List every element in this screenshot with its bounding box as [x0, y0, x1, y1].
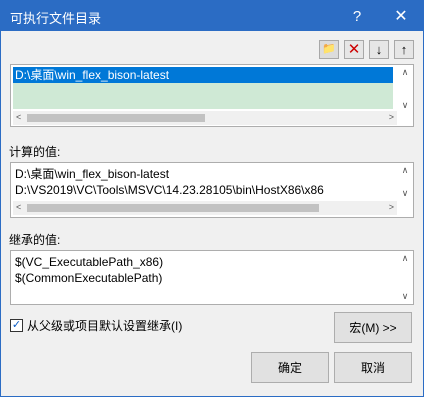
directory-list[interactable]: D:\桌面\win_flex_bison-latest ∧ ∨ < > — [10, 64, 414, 127]
move-up-button[interactable]: ↑ — [394, 40, 414, 59]
scroll-right-icon[interactable]: > — [389, 112, 394, 122]
delete-icon: ✕ — [347, 41, 361, 58]
scroll-up-icon[interactable]: ∧ — [402, 67, 409, 78]
new-line-button[interactable]: 📁 — [319, 40, 339, 59]
scroll-down-icon[interactable]: ∨ — [402, 100, 409, 111]
inherited-values-label: 继承的值: — [9, 233, 61, 247]
title-bar: 可执行文件目录 ? ✕ — [1, 1, 423, 31]
computed-line: D:\VS2019\VC\Tools\MSVC\14.23.28105\bin\… — [15, 183, 324, 197]
list-item-selected[interactable]: D:\桌面\win_flex_bison-latest — [13, 67, 393, 83]
executable-directories-dialog: 可执行文件目录 ? ✕ 📁 ✕ ↓ ↑ D:\桌面\win_flex_bison… — [0, 0, 424, 397]
scroll-down-icon[interactable]: ∨ — [402, 291, 409, 302]
computed-values-box[interactable]: D:\桌面\win_flex_bison-latest D:\VS2019\VC… — [10, 162, 414, 218]
scroll-right-icon[interactable]: > — [389, 202, 394, 212]
window-title: 可执行文件目录 — [10, 11, 102, 26]
computed-values-label: 计算的值: — [9, 145, 61, 159]
checkmark-icon: ✓ — [11, 319, 22, 331]
scroll-up-icon[interactable]: ∧ — [402, 253, 409, 264]
inherited-line: $(CommonExecutablePath) — [15, 271, 163, 285]
inherit-checkbox-label[interactable]: 从父级或项目默认设置继承(I) — [27, 317, 182, 334]
close-button[interactable]: ✕ — [379, 1, 423, 31]
inherit-checkbox[interactable]: ✓ — [10, 319, 23, 332]
list-item-new-entry[interactable] — [13, 83, 393, 109]
macros-button[interactable]: 宏(M) >> — [334, 312, 412, 343]
vertical-scrollbar[interactable]: ∧ ∨ — [398, 165, 412, 199]
inherited-line: $(VC_ExecutablePath_x86) — [15, 255, 164, 269]
new-folder-icon: 📁 — [322, 43, 336, 55]
vertical-scrollbar[interactable]: ∧ ∨ — [398, 253, 412, 302]
scroll-left-icon[interactable]: < — [16, 112, 21, 122]
scroll-left-icon[interactable]: < — [16, 202, 21, 212]
delete-button[interactable]: ✕ — [344, 40, 364, 59]
inherited-values-box[interactable]: $(VC_ExecutablePath_x86) $(CommonExecuta… — [10, 250, 414, 305]
cancel-button[interactable]: 取消 — [334, 352, 412, 383]
scrollbar-thumb[interactable] — [27, 204, 319, 212]
horizontal-scrollbar[interactable]: < > — [13, 111, 397, 125]
scrollbar-thumb[interactable] — [27, 114, 205, 122]
scroll-down-icon[interactable]: ∨ — [402, 188, 409, 199]
vertical-scrollbar[interactable]: ∧ ∨ — [398, 67, 412, 111]
inherit-checkbox-row[interactable]: ✓ 从父级或项目默认设置继承(I) — [10, 317, 182, 334]
computed-line: D:\桌面\win_flex_bison-latest — [15, 167, 170, 181]
scroll-up-icon[interactable]: ∧ — [402, 165, 409, 176]
horizontal-scrollbar[interactable]: < > — [13, 201, 397, 215]
ok-button[interactable]: 确定 — [251, 352, 329, 383]
move-down-button[interactable]: ↓ — [369, 40, 389, 59]
help-button[interactable]: ? — [335, 1, 379, 31]
arrow-down-icon: ↓ — [375, 42, 383, 57]
arrow-up-icon: ↑ — [400, 42, 408, 57]
